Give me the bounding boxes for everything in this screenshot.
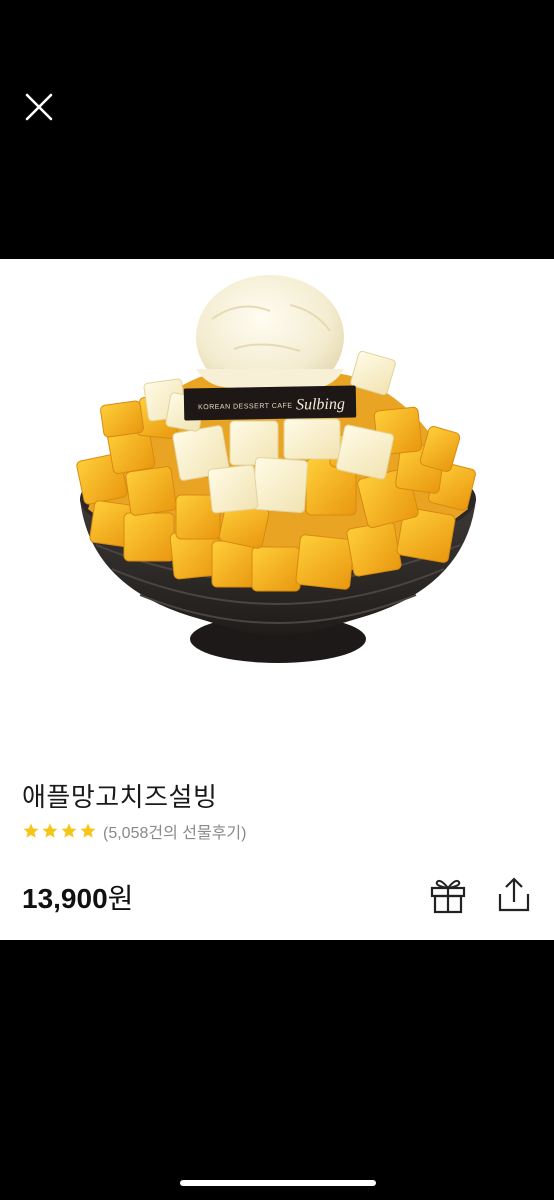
- price-number: 13,900: [22, 883, 108, 914]
- review-count-text: (5,058건의 선물후기): [103, 825, 247, 842]
- brand-plate-script-text: Sulbing: [296, 396, 345, 414]
- price-unit: 원: [107, 883, 134, 914]
- photo-viewer-screen: KOREAN DESSERT CAFE Sulbing 애플망고치즈설빙 (5,…: [0, 0, 554, 1200]
- price: 13,900원: [22, 877, 133, 917]
- product-card: KOREAN DESSERT CAFE Sulbing 애플망고치즈설빙 (5,…: [0, 259, 554, 940]
- star-rating: [22, 822, 97, 840]
- star-icon: [42, 823, 58, 838]
- gift-button[interactable]: [428, 876, 468, 914]
- product-title: 애플망고치즈설빙: [22, 782, 218, 812]
- rating-row[interactable]: (5,058건의 선물후기): [22, 819, 246, 843]
- share-button[interactable]: [494, 876, 534, 914]
- close-button[interactable]: [22, 90, 56, 124]
- product-image: KOREAN DESSERT CAFE Sulbing: [76, 275, 476, 663]
- star-icon: [80, 823, 96, 838]
- close-icon: [25, 93, 53, 121]
- star-icon: [61, 823, 77, 838]
- star-icon: [23, 823, 39, 838]
- share-icon: [498, 877, 530, 912]
- gift-icon: [430, 879, 466, 914]
- home-indicator[interactable]: [180, 1180, 376, 1186]
